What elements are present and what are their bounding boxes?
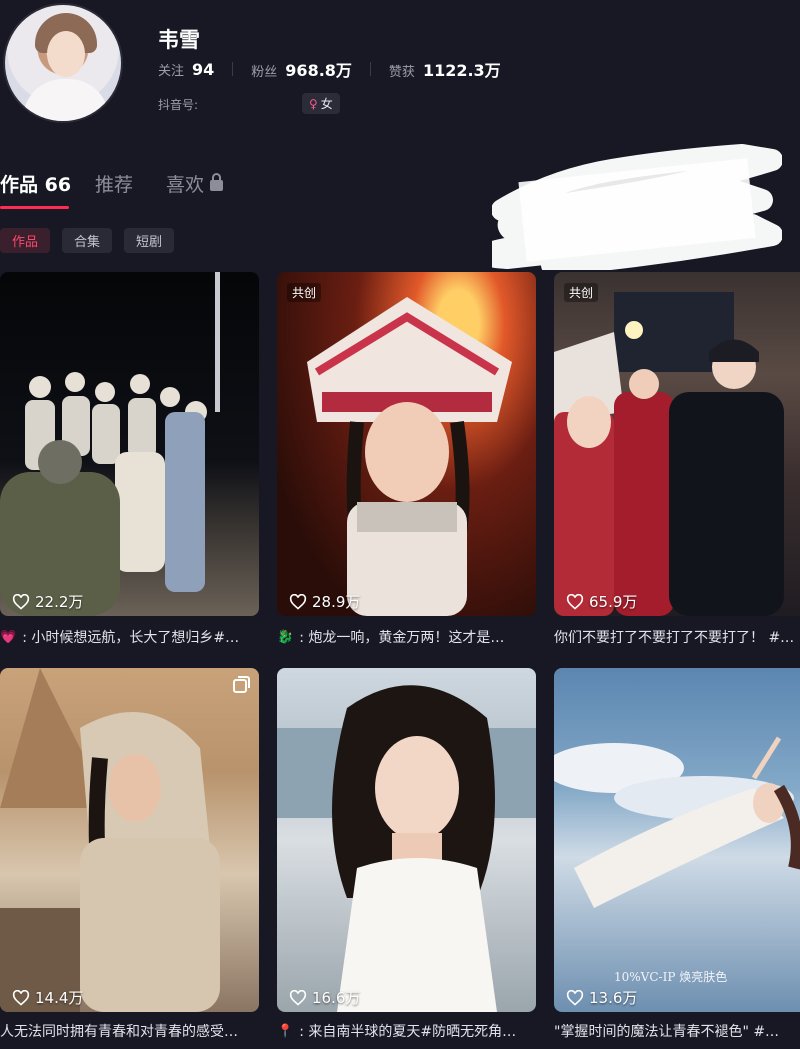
co-creation-badge: 共创 xyxy=(564,283,599,302)
video-caption-3[interactable]: 你们不要打了不要打了不要打了！ #… xyxy=(554,627,800,647)
caption-text: 你们不要打了不要打了不要打了！ #… xyxy=(554,630,795,646)
divider xyxy=(369,62,371,76)
like-count-value: 65.9万 xyxy=(589,593,638,611)
chip-collections[interactable]: 合集 xyxy=(62,228,113,253)
video-thumbnail xyxy=(554,292,784,616)
likes-stat: 赞获 1122.3万 xyxy=(389,57,501,81)
gender-tag: ♀ 女 xyxy=(302,93,340,114)
douyin-id: 抖音号: xyxy=(158,98,199,112)
gender-label: 女 xyxy=(320,97,333,111)
like-count-value: 22.2万 xyxy=(35,593,84,611)
heart-emoji-icon: 💗 xyxy=(0,629,17,645)
female-icon: ♀ xyxy=(309,96,318,111)
video-caption-2[interactable]: 🐉 : 炮龙一响，黄金万两！这才是… xyxy=(277,627,539,647)
video-card-3[interactable]: 共创 65.9万 xyxy=(554,272,800,616)
fans-label: 粉丝 xyxy=(251,65,278,80)
tab-recommend[interactable]: 推荐 xyxy=(95,168,133,198)
video-card-1[interactable]: 22.2万 xyxy=(0,272,259,616)
dragon-emoji-icon: 🐉 xyxy=(277,629,294,645)
video-thumbnail xyxy=(0,272,220,616)
like-count: 13.6万 xyxy=(566,987,637,1008)
like-count: 28.9万 xyxy=(289,591,360,612)
video-caption-6[interactable]: "掌握时间的魔法让青春不褪色" #… xyxy=(554,1021,800,1041)
caption-text: : 小时候想远航，长大了想归乡#… xyxy=(22,630,240,646)
chip-short-drama[interactable]: 短剧 xyxy=(124,228,175,253)
following-label: 关注 xyxy=(158,63,185,79)
redaction-scribble xyxy=(492,144,782,270)
heart-icon xyxy=(289,989,307,1006)
following-stat[interactable]: 关注 94 xyxy=(158,60,214,79)
video-card-4[interactable]: 14.4万 xyxy=(0,668,259,1012)
heart-icon xyxy=(566,593,584,610)
video-card-5[interactable]: 16.6万 xyxy=(277,668,536,1012)
pin-emoji-icon: 📍 xyxy=(277,1023,294,1039)
co-creation-badge: 共创 xyxy=(287,283,322,302)
video-thumbnail xyxy=(277,685,536,1012)
likes-value: 1122.3万 xyxy=(422,61,501,80)
video-card-2[interactable]: 共创 28.9万 xyxy=(277,272,536,616)
likes-label: 赞获 xyxy=(388,65,415,80)
chip-works[interactable]: 作品 xyxy=(0,228,51,253)
caption-text: : 炮龙一响，黄金万两！这才是… xyxy=(299,630,505,646)
filter-chips: 作品 合集 短剧 xyxy=(0,228,175,253)
multi-image-icon xyxy=(233,676,250,693)
like-count-value: 13.6万 xyxy=(589,989,638,1007)
caption-text: : 来自南半球的夏天#防晒无死角… xyxy=(299,1024,517,1040)
heart-icon xyxy=(289,593,307,610)
profile-name: 韦雪 xyxy=(158,28,200,52)
caption-text: 人无法同时拥有青春和对青春的感受… xyxy=(0,1024,238,1040)
video-card-6[interactable]: 10%VC-IP 焕亮肤色 13.6万 xyxy=(554,668,800,1012)
like-count: 65.9万 xyxy=(566,591,637,612)
video-caption-5[interactable]: 📍 : 来自南半球的夏天#防晒无死角… xyxy=(277,1021,539,1041)
profile-stats: 关注 94 粉丝 968.8万 赞获 1122.3万 xyxy=(158,57,501,81)
profile-page: 韦雪 关注 94 粉丝 968.8万 赞获 1122.3万 抖音号: ♀ 女 作… xyxy=(0,0,800,1049)
tab-works[interactable]: 作品 66 xyxy=(0,168,71,198)
like-count-value: 14.4万 xyxy=(35,989,84,1007)
avatar[interactable] xyxy=(3,3,123,123)
heart-icon xyxy=(12,593,30,610)
video-thumbnail xyxy=(554,736,800,908)
caption-text: "掌握时间的魔法让青春不褪色" #… xyxy=(554,1024,780,1040)
video-caption-4[interactable]: 人无法同时拥有青春和对青春的感受… xyxy=(0,1021,262,1041)
tab-active-indicator xyxy=(0,206,69,209)
video-thumbnail xyxy=(307,297,512,616)
like-count: 22.2万 xyxy=(12,591,83,612)
heart-icon xyxy=(12,989,30,1006)
video-thumbnail xyxy=(0,668,220,1012)
like-count: 14.4万 xyxy=(12,987,83,1008)
like-count: 16.6万 xyxy=(289,987,360,1008)
like-count-value: 16.6万 xyxy=(312,989,361,1007)
like-count-value: 28.9万 xyxy=(312,593,361,611)
fans-value: 968.8万 xyxy=(285,61,352,80)
video-caption-1[interactable]: 💗 : 小时候想远航，长大了想归乡#… xyxy=(0,627,262,647)
following-value: 94 xyxy=(192,59,215,79)
fans-stat[interactable]: 粉丝 968.8万 xyxy=(251,57,352,81)
tab-liked[interactable]: 喜欢 xyxy=(166,168,224,198)
divider xyxy=(232,62,234,76)
heart-icon xyxy=(566,989,584,1006)
lock-icon xyxy=(210,172,224,191)
tab-liked-label: 喜欢 xyxy=(166,173,205,196)
ad-overlay-text: 10%VC-IP 焕亮肤色 xyxy=(614,970,728,984)
